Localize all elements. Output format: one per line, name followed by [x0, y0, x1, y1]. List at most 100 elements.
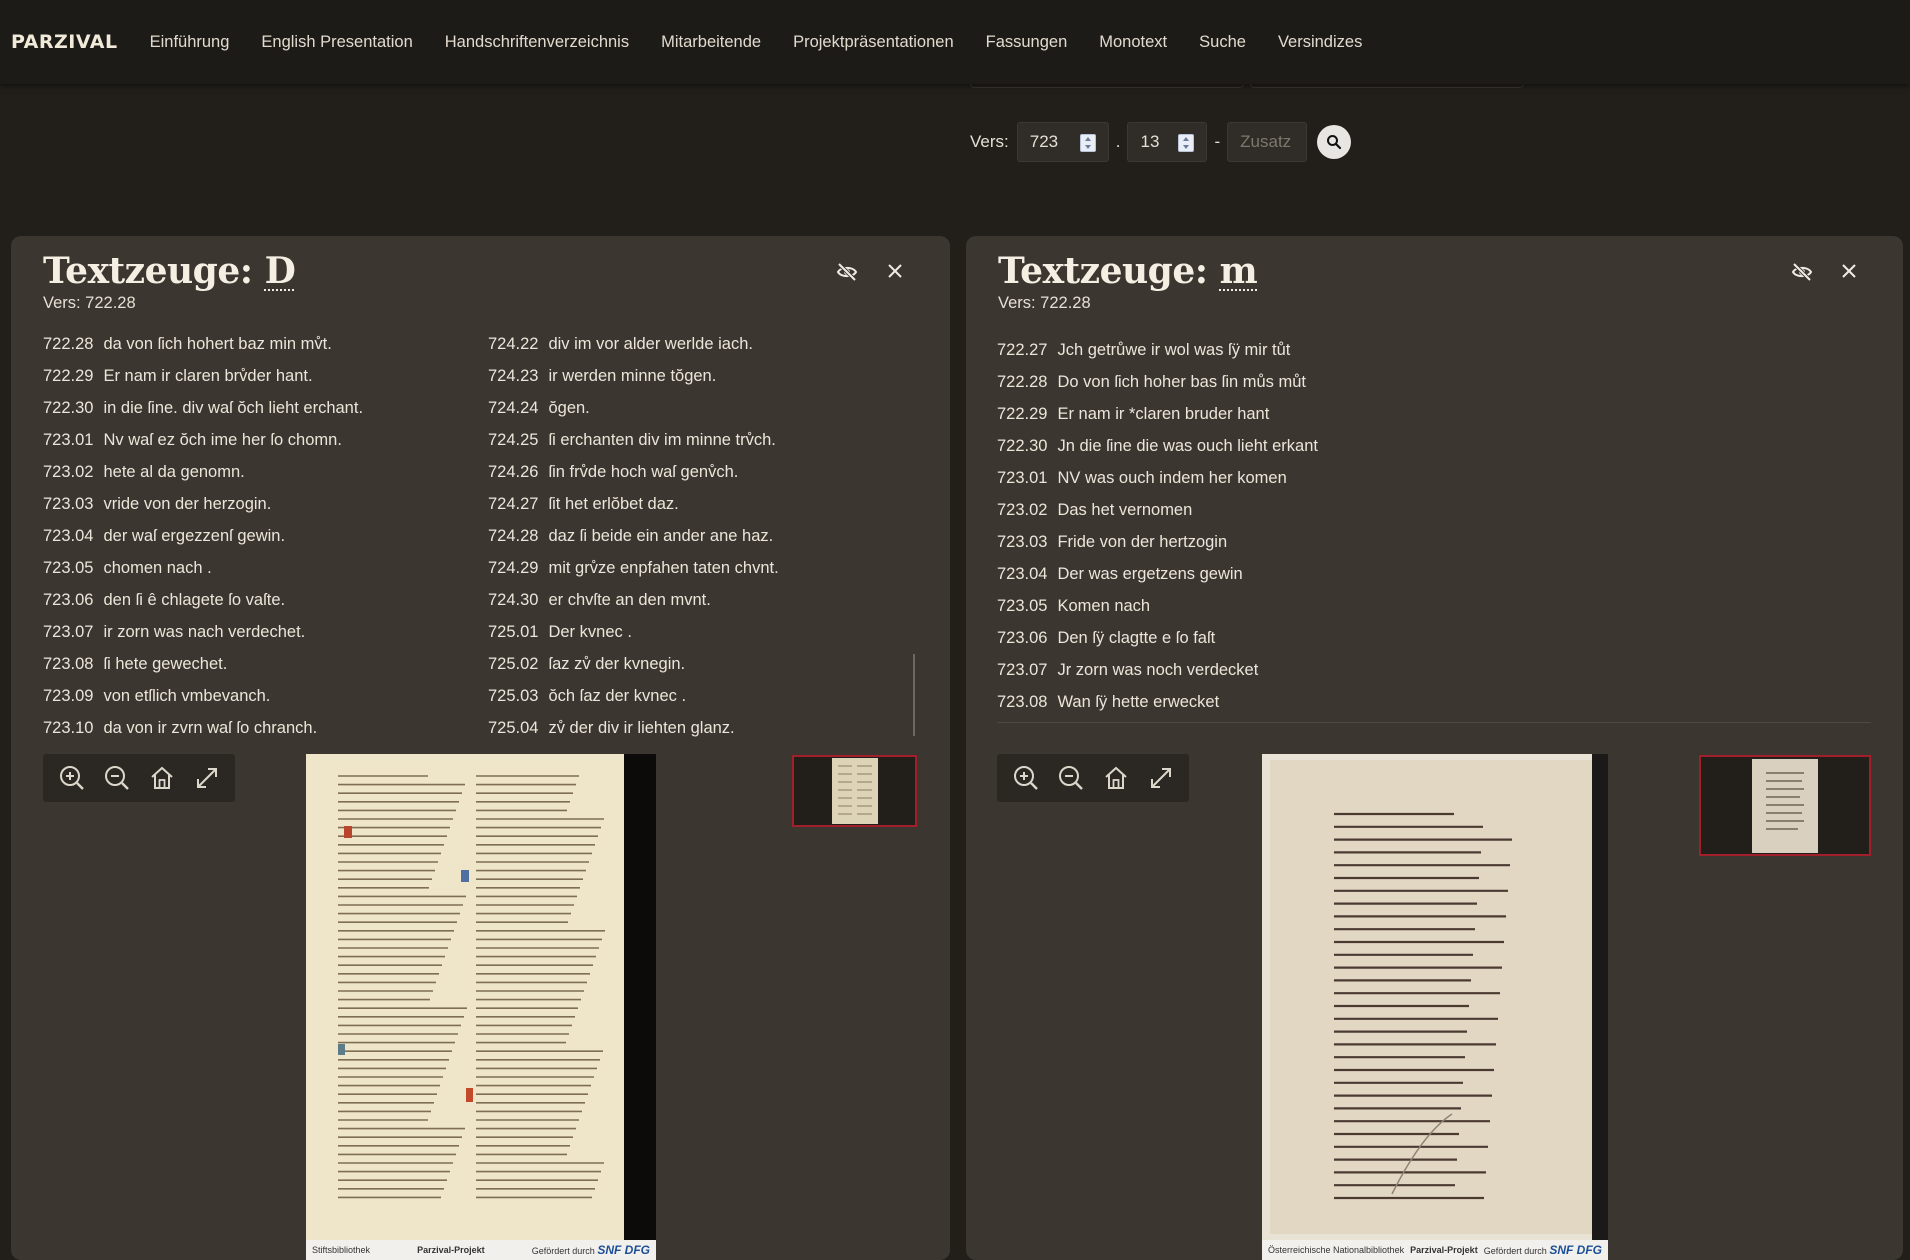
verse-row[interactable]: 722.28 da von ſich hohert baz min mv̊t. [43, 328, 363, 360]
verse-row[interactable]: 723.02 hete al da genomn. [43, 456, 363, 488]
verse-number[interactable]: 725.02 [488, 648, 538, 680]
verse-row[interactable]: 724.24 ŏgen. [488, 392, 779, 424]
verse-row[interactable]: 723.01 NV was ouch indem her komen [997, 462, 1318, 494]
verse-row[interactable]: 723.08 ſi hete gewechet. [43, 648, 363, 680]
dreissiger-input[interactable]: 723 [1016, 122, 1109, 162]
nav-link-suche[interactable]: Suche [1199, 33, 1246, 52]
close-icon[interactable] [886, 262, 904, 285]
verse-number[interactable]: 723.02 [997, 494, 1047, 526]
verse-number[interactable]: 724.28 [488, 520, 538, 552]
verse-number[interactable]: 723.07 [997, 654, 1047, 686]
verse-row[interactable]: 723.02 Das het vernomen [997, 494, 1318, 526]
verse-number[interactable]: 725.03 [488, 680, 538, 712]
manuscript-image[interactable]: Österreichische Nationalbibliothek Parzi… [1262, 754, 1608, 1260]
verse-row[interactable]: 723.06 den ſi ê chlagete ſo vaſte. [43, 584, 363, 616]
verse-number[interactable]: 723.01 [43, 424, 93, 456]
verse-number[interactable]: 723.07 [43, 616, 93, 648]
verse-row[interactable]: 722.28 Do von ſich hoher bas ſin můs můt [997, 366, 1318, 398]
verse-row[interactable]: 723.10 da von ir zvrn waſ ſo chranch. [43, 712, 363, 744]
verse-number[interactable]: 723.08 [43, 648, 93, 680]
verse-row[interactable]: 725.02 ſaz zv̊ der kvnegin. [488, 648, 779, 680]
nav-link-einfuehrung[interactable]: Einführung [150, 33, 230, 52]
verse-row[interactable]: 722.29 Er nam ir claren brv̊der hant. [43, 360, 363, 392]
scrollbar[interactable] [913, 654, 915, 736]
vers-stepper[interactable] [1178, 134, 1195, 152]
verse-number[interactable]: 723.06 [997, 622, 1047, 654]
verse-row[interactable]: 723.06 Den ſÿ clagtte e ſo faſt [997, 622, 1318, 654]
nav-link-monotext[interactable]: Monotext [1099, 33, 1167, 52]
verse-number[interactable]: 723.03 [997, 526, 1047, 558]
verse-number[interactable]: 723.05 [997, 590, 1047, 622]
verse-row[interactable]: 723.03 Fride von der hertzogin [997, 526, 1318, 558]
verse-row[interactable]: 723.07 Jr zorn was noch verdecket [997, 654, 1318, 686]
verse-row[interactable]: 724.23 ir werden minne tŏgen. [488, 360, 779, 392]
navigator-thumbnail[interactable] [1699, 755, 1871, 856]
verse-number[interactable]: 724.24 [488, 392, 538, 424]
verse-row[interactable]: 725.04 zv̊ der div ir liehten glanz. [488, 712, 779, 744]
verse-number[interactable]: 723.10 [43, 712, 93, 744]
close-icon[interactable] [1840, 262, 1858, 285]
eye-slash-icon[interactable] [836, 262, 858, 287]
verse-row[interactable]: 724.22 div im vor alder werlde iach. [488, 328, 779, 360]
verse-number[interactable]: 723.03 [43, 488, 93, 520]
verse-number[interactable]: 722.30 [997, 430, 1047, 462]
verse-number[interactable]: 722.28 [43, 328, 93, 360]
siglum-link[interactable]: m [1220, 250, 1258, 292]
verse-number[interactable]: 723.08 [997, 686, 1047, 718]
verse-number[interactable]: 722.30 [43, 392, 93, 424]
verse-number[interactable]: 725.04 [488, 712, 538, 744]
verse-row[interactable]: 725.01 Der kvnec . [488, 616, 779, 648]
verse-number[interactable]: 723.04 [43, 520, 93, 552]
fullscreen-button[interactable] [1144, 761, 1178, 795]
fullscreen-button[interactable] [190, 761, 224, 795]
verse-row[interactable]: 724.25 ſi erchanten div im minne trv̊ch. [488, 424, 779, 456]
verse-row[interactable]: 723.08 Wan ſÿ hette erwecket [997, 686, 1318, 718]
verse-number[interactable]: 723.05 [43, 552, 93, 584]
zoom-in-button[interactable] [1009, 761, 1043, 795]
verse-row[interactable]: 722.30 Jn die ſine die was ouch lieht erk… [997, 430, 1318, 462]
verse-row[interactable]: 724.26 ſin frv̊de hoch waſ genv̊ch. [488, 456, 779, 488]
verse-number[interactable]: 723.04 [997, 558, 1047, 590]
verse-number[interactable]: 724.25 [488, 424, 538, 456]
navigator-thumbnail[interactable] [792, 755, 917, 827]
zusatz-input[interactable]: Zusatz [1227, 122, 1308, 162]
verse-number[interactable]: 723.02 [43, 456, 93, 488]
zoom-in-button[interactable] [55, 761, 89, 795]
verse-row[interactable]: 723.04 der waſ ergezzenſ gewin. [43, 520, 363, 552]
nav-link-handschriftenverzeichnis[interactable]: Handschriftenverzeichnis [445, 33, 629, 52]
verse-row[interactable]: 724.27 ſit het erlŏbet daz. [488, 488, 779, 520]
nav-link-fassungen[interactable]: Fassungen [986, 33, 1068, 52]
verse-number[interactable]: 723.06 [43, 584, 93, 616]
home-button[interactable] [1099, 761, 1133, 795]
verse-number[interactable]: 722.27 [997, 334, 1047, 366]
verse-number[interactable]: 724.27 [488, 488, 538, 520]
verse-number[interactable]: 724.23 [488, 360, 538, 392]
verse-number[interactable]: 722.28 [997, 366, 1047, 398]
verse-number[interactable]: 725.01 [488, 616, 538, 648]
nav-link-mitarbeitende[interactable]: Mitarbeitende [661, 33, 761, 52]
verse-number[interactable]: 724.29 [488, 552, 538, 584]
verse-row[interactable]: 723.09 von etſlich vmbevanch. [43, 680, 363, 712]
verse-number[interactable]: 723.01 [997, 462, 1047, 494]
eye-slash-icon[interactable] [1791, 262, 1813, 287]
verse-number[interactable]: 724.30 [488, 584, 538, 616]
vers-input[interactable]: 13 [1127, 122, 1208, 162]
verse-row[interactable]: 722.30 in die ſine. div waſ ŏch lieht erc… [43, 392, 363, 424]
verse-row[interactable]: 724.29 mit grv̊ze enpfahen taten chvnt. [488, 552, 779, 584]
verse-row[interactable]: 724.30 er chvſte an den mvnt. [488, 584, 779, 616]
zoom-out-button[interactable] [1054, 761, 1088, 795]
manuscript-image[interactable]: Stiftsbibliothek Parzival-Projekt Geförd… [306, 754, 656, 1260]
verse-row[interactable]: 722.27 Jch getrůwe ir wol was ſÿ mir tůt [997, 334, 1318, 366]
verse-number[interactable]: 724.22 [488, 328, 538, 360]
nav-link-versindizes[interactable]: Versindizes [1278, 33, 1362, 52]
verse-row[interactable]: 724.28 daz ſi beide ein ander ane haz. [488, 520, 779, 552]
verse-row[interactable]: 723.03 vride von der herzogin. [43, 488, 363, 520]
verse-row[interactable]: 723.04 Der was ergetzens gewin [997, 558, 1318, 590]
verse-row[interactable]: 725.03 ŏch ſaz der kvnec . [488, 680, 779, 712]
dreissiger-stepper[interactable] [1079, 134, 1096, 152]
verse-row[interactable]: 723.05 chomen nach . [43, 552, 363, 584]
verse-number[interactable]: 723.09 [43, 680, 93, 712]
verse-number[interactable]: 724.26 [488, 456, 538, 488]
brand-logo[interactable]: PARZIVAL [11, 31, 118, 53]
nav-link-english-presentation[interactable]: English Presentation [261, 33, 412, 52]
